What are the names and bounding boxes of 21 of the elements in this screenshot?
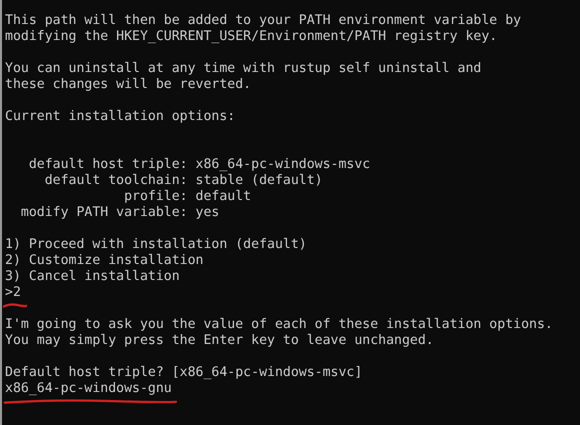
- option-value: yes: [196, 205, 220, 221]
- option-label: modify PATH variable:: [20, 205, 188, 221]
- option-label: default toolchain:: [44, 173, 188, 189]
- terminal-line: Default host triple? [x86_64-pc-windows-msvc]: [5, 365, 362, 381]
- terminal-line: 2) Customize installation: [5, 253, 204, 269]
- typed-text: x86_64-pc-windows-gnu: [5, 381, 172, 396]
- terminal-line: Current installation options:: [5, 109, 236, 125]
- terminal-line: You can uninstall at any time with rustup self uninstall and: [5, 61, 482, 77]
- terminal-line: This path will then be added to your PATH environment variable by: [5, 13, 522, 29]
- option-value: stable (default): [196, 173, 323, 189]
- terminal-line: modifying the HKEY_CURRENT_USER/Environment/PATH registry key.: [5, 29, 498, 45]
- option-value: x86_64-pc-windows-msvc: [196, 157, 370, 173]
- option-value: default: [196, 189, 252, 205]
- option-label: profile:: [123, 189, 188, 205]
- terminal-line: I'm going to ask you the value of each of these installation options.: [5, 317, 553, 333]
- option-label: default host triple:: [28, 157, 188, 173]
- terminal-line: these changes will be reverted.: [5, 77, 252, 93]
- typed-text: >2: [5, 285, 21, 300]
- terminal-line: 3) Cancel installation: [5, 269, 180, 285]
- terminal-line: You may simply press the Enter key to leave unchanged.: [5, 333, 434, 349]
- terminal-line: 1) Proceed with installation (default): [5, 237, 307, 253]
